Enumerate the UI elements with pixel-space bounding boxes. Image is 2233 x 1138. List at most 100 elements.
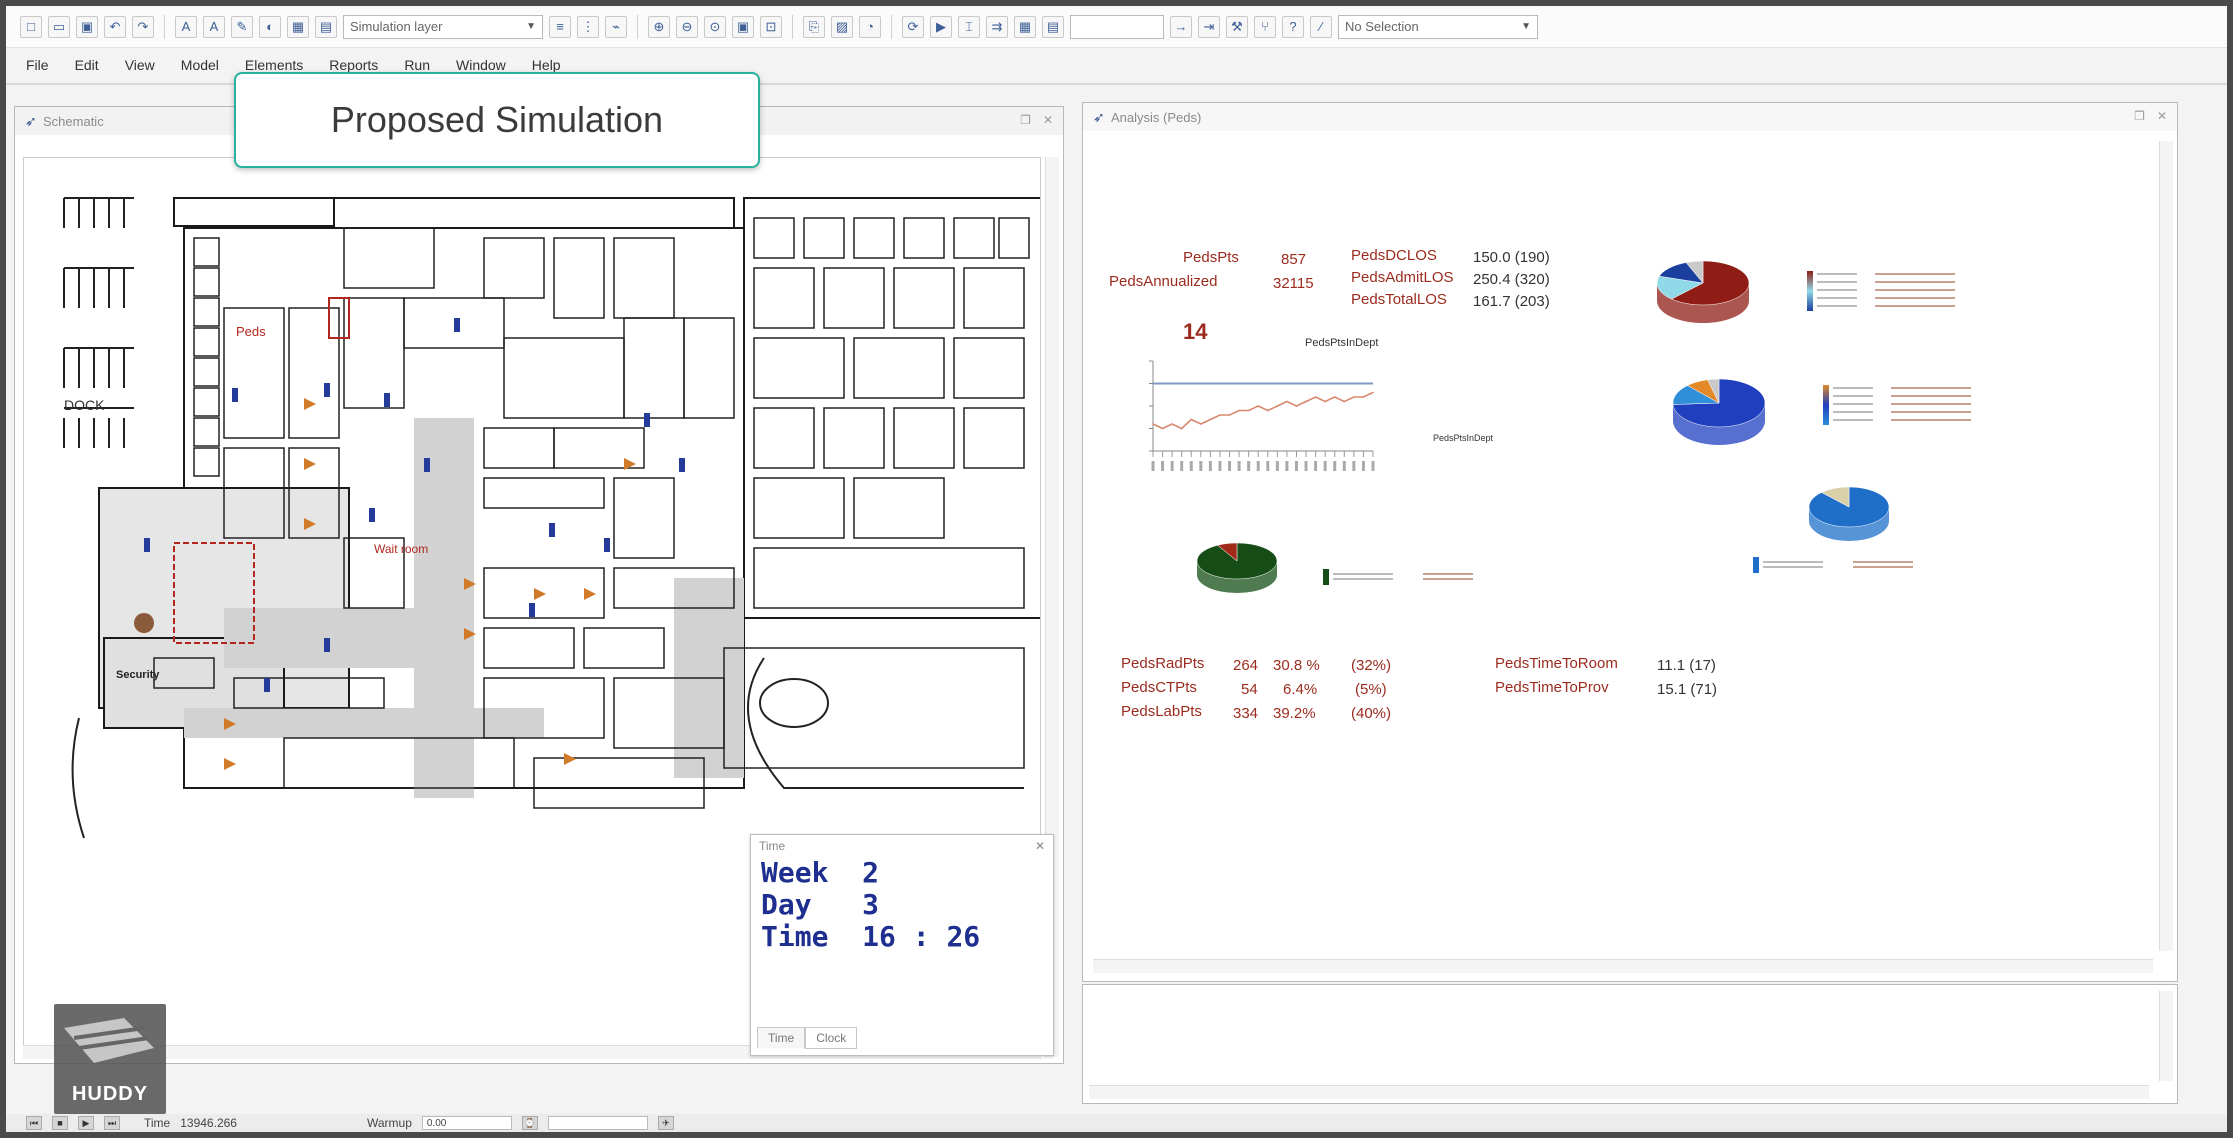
- time-to-room-value: 11.1 (17): [1657, 657, 1716, 674]
- copy-icon[interactable]: ⎘: [803, 15, 825, 38]
- thermometer-icon[interactable]: ⌶: [958, 15, 980, 38]
- time-to-room-label: PedsTimeToRoom: [1495, 655, 1618, 672]
- zoom-fit-icon[interactable]: ⊙: [704, 15, 726, 38]
- layer-select[interactable]: Simulation layer ▼: [343, 14, 543, 39]
- x-tick-label: [1285, 461, 1289, 471]
- menu-reports[interactable]: Reports: [329, 57, 378, 73]
- table-icon[interactable]: ▦: [1014, 15, 1036, 38]
- pie-3-legend: [1753, 557, 1913, 577]
- help-icon[interactable]: ?: [1282, 15, 1304, 38]
- data-point: [1219, 414, 1221, 416]
- logo-mark: [64, 1018, 154, 1063]
- proposed-simulation-callout: Proposed Simulation: [234, 72, 760, 168]
- menu-file[interactable]: File: [26, 57, 49, 73]
- day-value: 3: [862, 888, 880, 921]
- pie-1-legend: [1807, 271, 1957, 331]
- day-readout: Day 3: [751, 889, 1053, 921]
- image-icon[interactable]: ▨: [831, 15, 853, 38]
- tools-icon[interactable]: ⚒: [1226, 15, 1248, 38]
- warmup-field[interactable]: 0.00: [421, 1116, 512, 1130]
- redo-icon[interactable]: ↷: [132, 15, 154, 38]
- peds-pts-value: 857: [1281, 251, 1307, 268]
- toolbar-separator: [164, 14, 165, 39]
- play-icon[interactable]: ▶: [78, 1116, 94, 1130]
- layer-select-value: Simulation layer: [350, 19, 443, 34]
- link-icon[interactable]: ⌁: [605, 15, 627, 38]
- roundabout: [759, 678, 829, 728]
- speed-icon[interactable]: ⌚: [521, 1116, 538, 1130]
- export-icon[interactable]: ⇥: [1198, 15, 1220, 38]
- new-icon[interactable]: □: [20, 15, 42, 38]
- legend-lines: [1833, 387, 1873, 423]
- distribute-icon[interactable]: ⋮: [577, 15, 599, 38]
- building-outline: [98, 197, 1040, 789]
- data-point: [1228, 414, 1231, 416]
- stop-icon[interactable]: ■: [52, 1116, 68, 1130]
- step-icon[interactable]: ⏭: [104, 1116, 120, 1130]
- undo-icon[interactable]: ↶: [104, 15, 126, 38]
- save-icon[interactable]: ▣: [76, 15, 98, 38]
- rewind-icon[interactable]: ⏮: [26, 1116, 42, 1130]
- menu-run[interactable]: Run: [404, 57, 430, 73]
- grid-icon[interactable]: ▦: [287, 15, 309, 38]
- restore-icon[interactable]: ❐: [1020, 113, 1031, 127]
- pencil-icon[interactable]: ✎: [231, 15, 253, 38]
- data-point: [1286, 400, 1288, 403]
- output-horizontal-scrollbar[interactable]: [1089, 1085, 2149, 1099]
- selection-select[interactable]: No Selection ▼: [1338, 14, 1538, 39]
- flow-icon[interactable]: ⇉: [986, 15, 1008, 38]
- close-icon[interactable]: ✕: [2157, 109, 2167, 123]
- wand-icon[interactable]: ⁄: [1310, 15, 1332, 38]
- menu-model[interactable]: Model: [181, 57, 219, 73]
- tab-time[interactable]: Time: [757, 1027, 806, 1049]
- menu-view[interactable]: View: [125, 57, 155, 73]
- zoom-select-icon[interactable]: ▣: [732, 15, 754, 38]
- warmup-value: 0.00: [426, 1117, 447, 1129]
- x-tick-label: [1161, 461, 1165, 471]
- data-point: [1314, 396, 1317, 398]
- zoom-area-icon[interactable]: ⊡: [760, 15, 782, 38]
- analysis-vertical-scrollbar[interactable]: [2159, 141, 2173, 951]
- fill-icon[interactable]: ◐: [259, 15, 281, 38]
- fork-icon[interactable]: ⑂: [1254, 15, 1276, 38]
- pie-chart-4: [1196, 542, 1278, 593]
- run-icon[interactable]: ▶: [930, 15, 952, 38]
- align-icon[interactable]: ≡: [549, 15, 571, 38]
- legend-lines: [1333, 573, 1393, 583]
- refresh-icon[interactable]: ⟳: [902, 15, 924, 38]
- data-point: [1247, 409, 1250, 412]
- open-icon[interactable]: ▭: [48, 15, 70, 38]
- zoom-out-icon[interactable]: ⊖: [676, 15, 698, 38]
- restore-icon[interactable]: ❐: [2134, 109, 2145, 123]
- text-icon[interactable]: A: [175, 15, 197, 38]
- close-icon[interactable]: ✕: [1043, 113, 1053, 127]
- person-icon: [134, 613, 154, 633]
- filter-field[interactable]: [1070, 14, 1164, 39]
- animation-icon[interactable]: ✈: [657, 1116, 674, 1130]
- menu-elements[interactable]: Elements: [245, 57, 303, 73]
- arrow-right-icon[interactable]: →: [1170, 15, 1192, 38]
- ct-pts-label: PedsCTPts: [1121, 679, 1197, 696]
- time-panel-titlebar[interactable]: Time ✕: [751, 835, 1053, 857]
- output-vertical-scrollbar[interactable]: [2159, 991, 2173, 1081]
- report-icon[interactable]: ▤: [1042, 15, 1064, 38]
- close-icon[interactable]: ✕: [1035, 839, 1045, 853]
- chart-icon[interactable]: ◔: [859, 15, 881, 38]
- menu-edit[interactable]: Edit: [75, 57, 99, 73]
- analysis-titlebar[interactable]: ➶ Analysis (Peds) ❐ ✕: [1083, 103, 2177, 131]
- analysis-horizontal-scrollbar[interactable]: [1093, 959, 2153, 973]
- rad-pts-count: 264: [1233, 657, 1259, 674]
- font-color-icon[interactable]: A: [203, 15, 225, 38]
- zoom-in-icon[interactable]: ⊕: [648, 15, 670, 38]
- x-tick-label: [1228, 461, 1232, 471]
- speed-field[interactable]: [547, 1116, 648, 1130]
- time-to-prov-value: 15.1 (71): [1657, 681, 1718, 698]
- analysis-window: ➶ Analysis (Peds) ❐ ✕ PedsPts 857 PedsAn…: [1082, 102, 2178, 982]
- menu-help[interactable]: Help: [532, 57, 561, 73]
- peds-pts-label: PedsPts: [1183, 249, 1239, 266]
- admitlos-label: PedsAdmitLOS: [1351, 269, 1454, 286]
- layers-icon[interactable]: ▤: [315, 15, 337, 38]
- menu-window[interactable]: Window: [456, 57, 506, 73]
- data-point: [1276, 405, 1279, 407]
- tab-clock[interactable]: Clock: [805, 1027, 858, 1049]
